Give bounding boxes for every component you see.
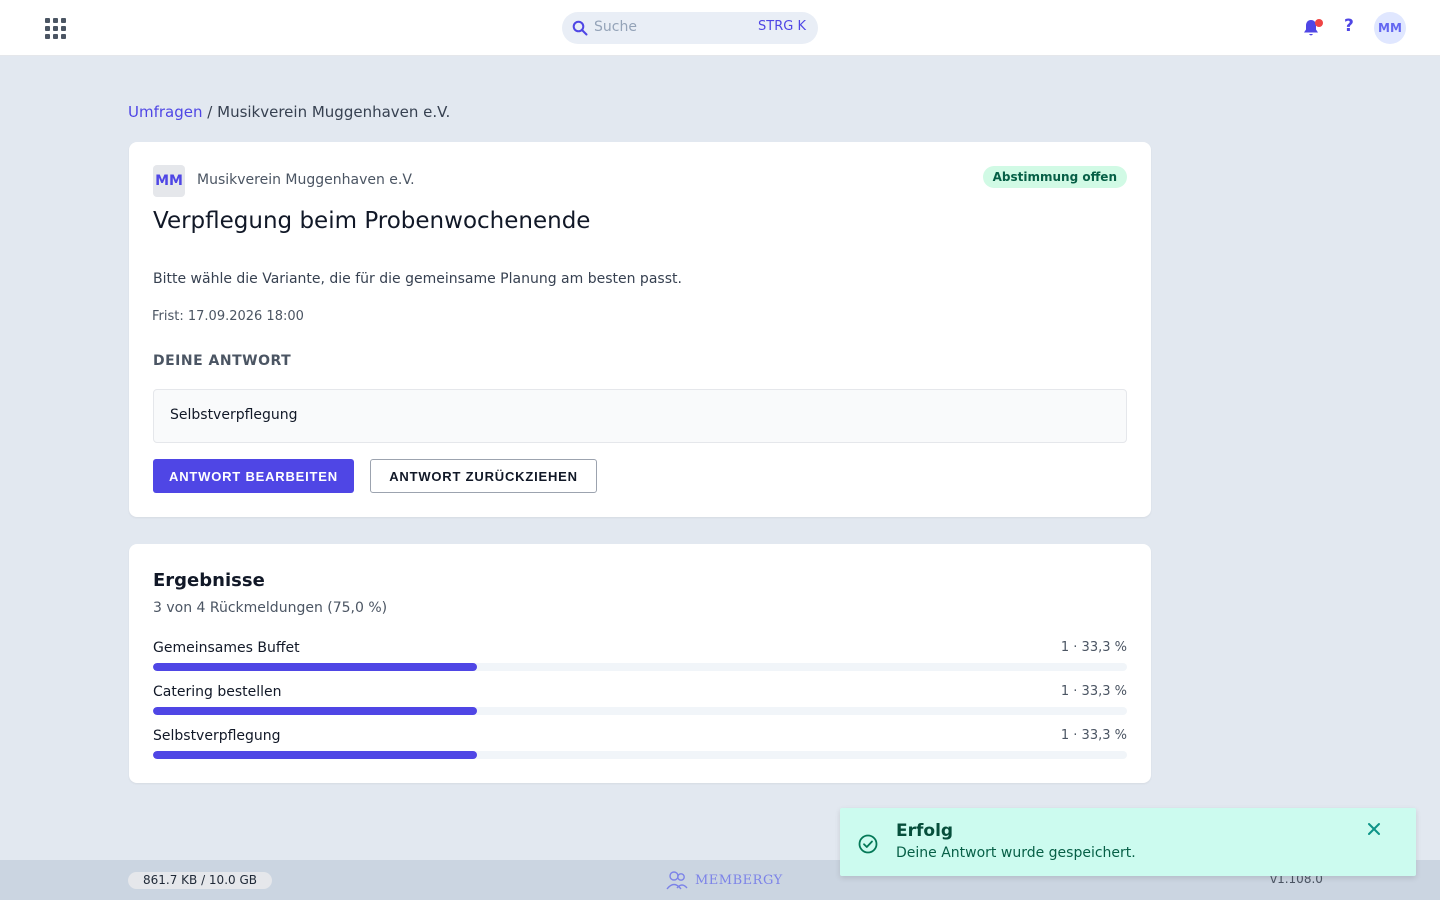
answer-section-label: DEINE ANTWORT [153, 353, 292, 369]
results-card: Ergebnisse 3 von 4 Rückmeldungen (75,0 %… [129, 544, 1151, 783]
close-icon[interactable] [1367, 822, 1381, 836]
deadline-text: Frist: 17.09.2026 18:00 [152, 309, 304, 324]
help-button[interactable]: ? [1344, 16, 1354, 36]
status-badge: Abstimmung offen [982, 166, 1127, 188]
result-bar-track [153, 707, 1127, 715]
survey-description: Bitte wähle die Variante, die für die ge… [153, 271, 682, 287]
search-shortcut: STRG K [758, 19, 806, 34]
result-label: Gemeinsames Buffet [153, 640, 300, 656]
result-bar-fill [153, 663, 478, 671]
breadcrumb-current: Musikverein Muggenhaven e.V. [217, 103, 451, 121]
check-circle-icon [858, 834, 878, 854]
org-avatar: MM [153, 165, 185, 197]
result-row: Gemeinsames Buffet 1 · 33,3 % [153, 640, 1127, 672]
breadcrumb: Umfragen / Musikverein Muggenhaven e.V. [128, 103, 450, 121]
result-bar-track [153, 751, 1127, 759]
result-value: 1 · 33,3 % [1060, 684, 1127, 699]
top-bar: Suche STRG K ? MM [0, 0, 1440, 56]
withdraw-answer-button[interactable]: ANTWORT ZURÜCKZIEHEN [370, 459, 597, 493]
result-value: 1 · 33,3 % [1060, 640, 1127, 655]
membergy-logo-icon [666, 871, 688, 890]
breadcrumb-link-umfragen[interactable]: Umfragen [128, 103, 203, 121]
brand-name: MEMBERGY [695, 872, 783, 888]
result-bar-track [153, 663, 1127, 671]
notification-dot [1315, 19, 1323, 27]
toast-title: Erfolg [896, 821, 954, 841]
result-label: Catering bestellen [153, 684, 282, 700]
brand-logo: MEMBERGY [665, 870, 783, 890]
answer-display: Selbstverpflegung [153, 389, 1127, 443]
search-placeholder: Suche [594, 19, 637, 35]
search-icon [572, 20, 588, 36]
result-row: Selbstverpflegung 1 · 33,3 % [153, 728, 1127, 760]
results-summary: 3 von 4 Rückmeldungen (75,0 %) [153, 600, 388, 616]
avatar[interactable]: MM [1374, 12, 1406, 44]
success-toast: Erfolg Deine Antwort wurde gespeichert. [840, 808, 1416, 876]
storage-usage: 861.7 KB / 10.0 GB [128, 872, 272, 889]
result-value: 1 · 33,3 % [1060, 728, 1127, 743]
notifications-button[interactable] [1302, 18, 1323, 40]
page-title: Verpflegung beim Probenwochenende [153, 208, 591, 234]
search-input[interactable]: Suche STRG K [562, 12, 818, 44]
results-title: Ergebnisse [153, 570, 265, 591]
toast-message: Deine Antwort wurde gespeichert. [896, 845, 1136, 861]
answer-value: Selbstverpflegung [170, 407, 298, 423]
org-name: Musikverein Muggenhaven e.V. [197, 172, 415, 188]
survey-card: MM Musikverein Muggenhaven e.V. Abstimmu… [129, 142, 1151, 517]
result-row: Catering bestellen 1 · 33,3 % [153, 684, 1127, 716]
result-label: Selbstverpflegung [153, 728, 281, 744]
edit-answer-button[interactable]: ANTWORT BEARBEITEN [153, 459, 354, 493]
breadcrumb-separator: / [207, 103, 213, 121]
result-bar-fill [153, 707, 478, 715]
result-bar-fill [153, 751, 478, 759]
grid-icon[interactable] [44, 16, 68, 40]
